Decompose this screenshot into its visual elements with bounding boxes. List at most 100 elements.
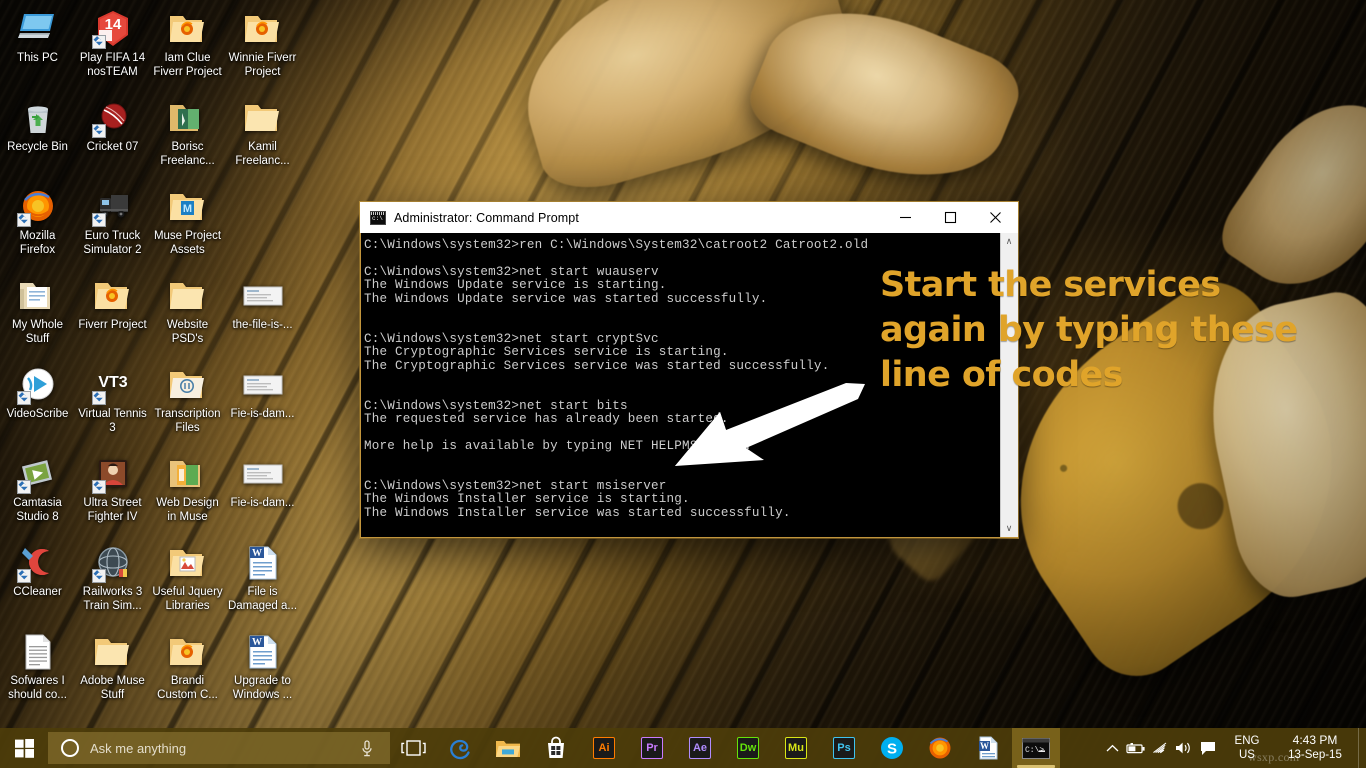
- desktop-icon-sofwares-i-should-co[interactable]: Sofwares I should co...: [0, 627, 75, 716]
- maximize-button[interactable]: [928, 202, 973, 233]
- action-center-icon[interactable]: [1196, 728, 1220, 768]
- wifi-icon[interactable]: [1148, 728, 1172, 768]
- shortcut-arrow-icon: [91, 480, 106, 494]
- microphone-icon[interactable]: [360, 739, 374, 757]
- desktop-icon-iam-clue-fiverr-project[interactable]: Iam Clue Fiverr Project: [150, 4, 225, 93]
- windows-start-icon[interactable]: [0, 728, 48, 768]
- desktop-icon-file-is-damaged-a[interactable]: W File is Damaged a...: [225, 538, 300, 627]
- desktop-icon-borisc-freelanc[interactable]: Borisc Freelanc...: [150, 93, 225, 182]
- file-explorer-icon[interactable]: [484, 728, 532, 768]
- folder-plain-icon: [166, 275, 210, 317]
- desktop-icon-website-psd-s[interactable]: Website PSD's: [150, 271, 225, 360]
- desktop[interactable]: This PC 14 Play FIFA 14 nosTEAM Iam Clue…: [0, 0, 1366, 768]
- dreamweaver-icon[interactable]: Dw: [724, 728, 772, 768]
- desktop-icon-brandi-custom-c[interactable]: Brandi Custom C...: [150, 627, 225, 716]
- desktop-icon-kamil-freelanc[interactable]: Kamil Freelanc...: [225, 93, 300, 182]
- scrollbar-track[interactable]: [1000, 250, 1018, 520]
- search-box[interactable]: Ask me anything: [48, 732, 390, 764]
- folder-muse-icon: M: [166, 186, 210, 228]
- shortcut-arrow-icon: [91, 35, 106, 49]
- desktop-icon-videoscribe[interactable]: VideoScribe: [0, 360, 75, 449]
- firefox-icon[interactable]: [916, 728, 964, 768]
- command-prompt-window[interactable]: Administrator: Command Prompt C:\Windows…: [360, 202, 1018, 538]
- svg-text:VT3: VT3: [98, 374, 127, 391]
- desktop-icon-mozilla-firefox[interactable]: Mozilla Firefox: [0, 182, 75, 271]
- console-scrollbar[interactable]: ∧ ∨: [1000, 233, 1018, 537]
- desktop-icon-upgrade-to-windows[interactable]: W Upgrade to Windows ...: [225, 627, 300, 716]
- desktop-icon-label: Mozilla Firefox: [19, 230, 56, 256]
- videoscribe-shortcut-icon: [16, 364, 60, 406]
- taskbar-app-label: Ae: [692, 742, 708, 754]
- after-effects-icon[interactable]: Ae: [676, 728, 724, 768]
- desktop-icon-ccleaner[interactable]: CCleaner: [0, 538, 75, 627]
- desktop-icon-my-whole-stuff[interactable]: My Whole Stuff: [0, 271, 75, 360]
- scroll-up-arrow[interactable]: ∧: [1000, 233, 1018, 250]
- desktop-icon-play-fifa-14-nosteam[interactable]: 14 Play FIFA 14 nosTEAM: [75, 4, 150, 93]
- folder-plain-icon: [241, 97, 285, 139]
- chevron-up-icon[interactable]: [1100, 728, 1124, 768]
- recycle-bin-icon: [16, 97, 60, 139]
- desktop-icon-web-design-in-muse[interactable]: Web Design in Muse: [150, 449, 225, 538]
- desktop-icon-virtual-tennis-3[interactable]: VT3 Virtual Tennis 3: [75, 360, 150, 449]
- shortcut-arrow-icon: [91, 569, 106, 583]
- premiere-icon[interactable]: Pr: [628, 728, 676, 768]
- desktop-icon-fie-is-dam[interactable]: Fie-is-dam...: [225, 449, 300, 538]
- shortcut-arrow-icon: [91, 124, 106, 138]
- console-body[interactable]: C:\Windows\system32>ren C:\Windows\Syste…: [360, 233, 1018, 538]
- desktop-icon-fiverr-project[interactable]: Fiverr Project: [75, 271, 150, 360]
- desktop-icon-empty: [225, 182, 300, 271]
- desktop-icon-recycle-bin[interactable]: Recycle Bin: [0, 93, 75, 182]
- folder-book-icon: [166, 97, 210, 139]
- desktop-icon-euro-truck-simulator-2[interactable]: Euro Truck Simulator 2: [75, 182, 150, 271]
- edge-icon[interactable]: [436, 728, 484, 768]
- desktop-icon-grid: This PC 14 Play FIFA 14 nosTEAM Iam Clue…: [0, 4, 300, 716]
- taskbar[interactable]: Ask me anything Ai Pr Ae Dw Mu Ps S W C:…: [0, 728, 1366, 768]
- language-indicator[interactable]: ENG US: [1226, 728, 1268, 768]
- euro-truck-shortcut-icon: [91, 186, 135, 228]
- desktop-icon-transcription-files[interactable]: Transcription Files: [150, 360, 225, 449]
- dreamweaver-icon-tile: Dw: [737, 737, 759, 759]
- muse-icon[interactable]: Mu: [772, 728, 820, 768]
- ccleaner-shortcut-icon: [16, 542, 60, 584]
- shortcut-arrow-icon: [16, 569, 31, 583]
- clock[interactable]: 4:43 PM 13-Sep-15: [1272, 728, 1358, 768]
- close-button[interactable]: [973, 202, 1018, 233]
- word-icon[interactable]: W: [964, 728, 1012, 768]
- search-input[interactable]: Ask me anything: [90, 741, 360, 756]
- desktop-icon-muse-project-assets[interactable]: M Muse Project Assets: [150, 182, 225, 271]
- window-titlebar[interactable]: Administrator: Command Prompt: [360, 202, 1018, 233]
- task-view-icon[interactable]: [390, 728, 436, 768]
- speaker-icon[interactable]: [1172, 728, 1196, 768]
- desktop-icon-cricket-07[interactable]: Cricket 07: [75, 93, 150, 182]
- window-title: Administrator: Command Prompt: [394, 210, 579, 225]
- console-output[interactable]: C:\Windows\system32>ren C:\Windows\Syste…: [361, 233, 1000, 537]
- show-desktop-button[interactable]: [1358, 728, 1366, 768]
- desktop-icon-camtasia-studio-8[interactable]: Camtasia Studio 8: [0, 449, 75, 538]
- minimize-button[interactable]: [883, 202, 928, 233]
- desktop-icon-label: Useful Jquery Libraries: [152, 586, 223, 612]
- desktop-icon-useful-jquery-libraries[interactable]: Useful Jquery Libraries: [150, 538, 225, 627]
- desktop-icon-label: Borisc Freelanc...: [160, 141, 215, 167]
- cricket07-shortcut-icon: [91, 97, 135, 139]
- desktop-icon-this-pc[interactable]: This PC: [0, 4, 75, 93]
- skype-icon[interactable]: S: [868, 728, 916, 768]
- store-icon[interactable]: [532, 728, 580, 768]
- desktop-icon-adobe-muse-stuff[interactable]: Adobe Muse Stuff: [75, 627, 150, 716]
- desktop-icon-railworks-3-train-sim[interactable]: Railworks 3 Train Sim...: [75, 538, 150, 627]
- desktop-icon-winnie-fiverr-project[interactable]: Winnie Fiverr Project: [225, 4, 300, 93]
- empty-icon: [241, 186, 285, 228]
- console-line: The Windows Installer service was starte…: [364, 505, 791, 520]
- battery-icon[interactable]: [1124, 728, 1148, 768]
- scroll-down-arrow[interactable]: ∨: [1000, 520, 1018, 537]
- desktop-icon-ultra-street-fighter-iv[interactable]: Ultra Street Fighter IV: [75, 449, 150, 538]
- cortana-ring-icon[interactable]: [61, 739, 79, 757]
- word-doc-icon: W: [241, 542, 285, 584]
- desktop-icon-the-file-is[interactable]: the-file-is-...: [225, 271, 300, 360]
- command-prompt-icon[interactable]: C:\>: [1012, 728, 1060, 768]
- photoshop-icon[interactable]: Ps: [820, 728, 868, 768]
- file-generic-icon: [241, 364, 285, 406]
- desktop-icon-label: CCleaner: [13, 586, 62, 598]
- illustrator-icon[interactable]: Ai: [580, 728, 628, 768]
- desktop-icon-fie-is-dam[interactable]: Fie-is-dam...: [225, 360, 300, 449]
